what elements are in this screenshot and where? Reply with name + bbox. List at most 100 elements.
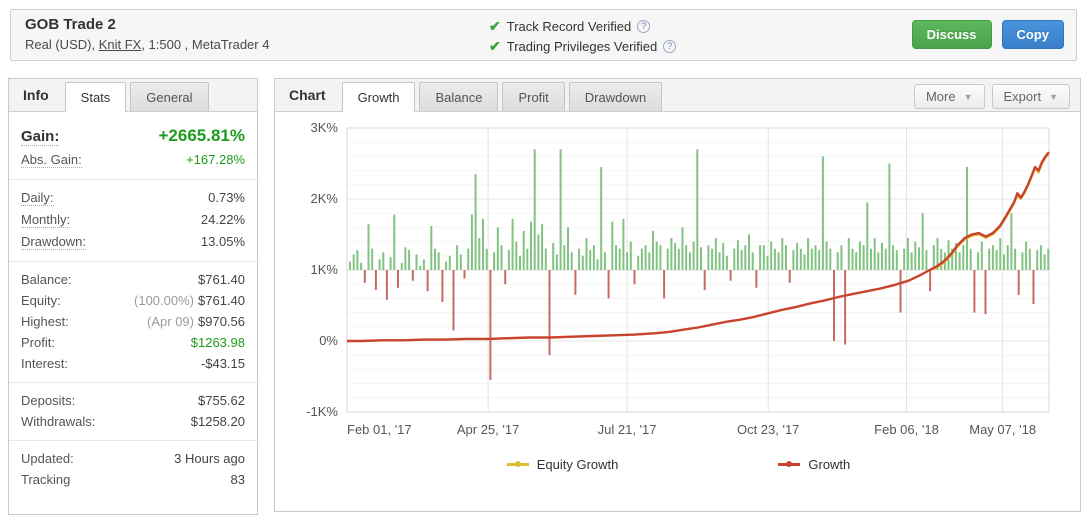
profit-bar <box>648 252 650 270</box>
stats-value: $1263.98 <box>191 335 245 350</box>
profit-bar <box>744 245 746 270</box>
stats-label: Profit: <box>21 335 55 350</box>
profit-bar <box>826 242 828 270</box>
profit-bar <box>792 250 794 270</box>
profit-bar <box>741 250 743 270</box>
loss-bar <box>1033 270 1035 304</box>
loss-bar <box>608 270 610 298</box>
x-axis-label: Jul 21, '17 <box>598 422 657 437</box>
chevron-down-icon: ▼ <box>964 92 973 102</box>
info-tab-stats[interactable]: Stats <box>65 82 127 112</box>
loss-bar <box>704 270 706 290</box>
profit-bar <box>874 238 876 270</box>
loss-bar <box>789 270 791 283</box>
chart-tab-drawdown[interactable]: Drawdown <box>569 82 662 111</box>
profit-bar <box>822 156 824 270</box>
chart-tab-growth[interactable]: Growth <box>342 82 416 112</box>
stats-label: Deposits: <box>21 393 75 408</box>
stats-row: Profit: $1263.98 <box>21 332 245 353</box>
help-icon[interactable]: ? <box>663 40 676 53</box>
chart-toolbar: More ▼ Export ▼ <box>914 84 1070 109</box>
stats-value: +167.28% <box>186 152 245 167</box>
profit-bar <box>863 245 865 270</box>
stats-label[interactable]: Gain: <box>21 128 59 146</box>
profit-bar <box>368 224 370 270</box>
profit-bar <box>1010 213 1012 270</box>
profit-bar <box>722 243 724 270</box>
export-button[interactable]: Export ▼ <box>992 84 1071 109</box>
profit-bar <box>715 238 717 270</box>
profit-bar <box>774 249 776 270</box>
profit-bar <box>552 243 554 270</box>
copy-button[interactable]: Copy <box>1002 20 1065 49</box>
legend-item-growth[interactable]: Growth <box>778 457 850 472</box>
stats-group: Deposits:$755.62 Withdrawals: $1258.20 <box>9 383 257 441</box>
header-actions: Discuss Copy <box>912 20 1064 49</box>
account-info: GOB Trade 2 Real (USD), Knit FX, 1:500 ,… <box>25 16 269 52</box>
profit-bar <box>852 249 854 270</box>
stats-label[interactable]: Monthly: <box>21 212 70 228</box>
profit-bar <box>778 252 780 270</box>
profit-bar <box>981 242 983 270</box>
profit-bar <box>404 247 406 270</box>
profit-bar <box>645 245 647 270</box>
profit-bar <box>615 245 617 270</box>
profit-bar <box>641 249 643 270</box>
info-tab-strip: StatsGeneral <box>65 82 213 111</box>
info-panel-title: Info <box>23 87 49 103</box>
chart-tab-balance[interactable]: Balance <box>419 82 498 111</box>
legend-marker-dot <box>515 461 521 467</box>
stats-row: Deposits:$755.62 <box>21 390 245 411</box>
profit-bar <box>811 249 813 270</box>
stats-row: Tracking83 <box>21 469 245 490</box>
profit-bar <box>586 238 588 270</box>
loss-bar <box>375 270 377 290</box>
profit-bar <box>515 242 517 270</box>
profit-bar <box>903 249 905 270</box>
stats-value: $1258.20 <box>191 414 245 429</box>
stats-value-prefix: (100.00%) <box>134 293 194 308</box>
profit-bar <box>508 250 510 270</box>
stats-value: 3 Hours ago <box>174 451 245 466</box>
profit-bar <box>940 249 942 270</box>
stats-label: Withdrawals: <box>21 414 95 429</box>
profit-bar <box>541 224 543 270</box>
profit-bar <box>1029 249 1031 270</box>
chart-tab-profit[interactable]: Profit <box>502 82 564 111</box>
loss-bar <box>844 270 846 345</box>
discuss-button[interactable]: Discuss <box>912 20 992 49</box>
legend-item-equity-growth[interactable]: Equity Growth <box>507 457 619 472</box>
profit-bar <box>759 245 761 270</box>
profit-bar <box>571 252 573 270</box>
broker-link[interactable]: Knit FX <box>99 37 142 52</box>
stats-label[interactable]: Daily: <box>21 190 54 206</box>
profit-bar <box>907 238 909 270</box>
profit-bar <box>545 249 547 270</box>
loss-bar <box>663 270 665 298</box>
stats-row: Gain:+2665.81% <box>21 123 245 149</box>
stats-value: 13.05% <box>201 234 245 249</box>
profit-bar <box>438 252 440 270</box>
profit-bar <box>419 266 421 270</box>
profit-bar <box>696 149 698 270</box>
profit-bar <box>748 235 750 271</box>
profit-bar <box>382 252 384 270</box>
more-button[interactable]: More ▼ <box>914 84 985 109</box>
profit-bar <box>988 249 990 270</box>
trading-privileges-badge: ✔ Trading Privileges Verified ? <box>489 36 676 56</box>
profit-bar <box>911 252 913 270</box>
info-tab-general[interactable]: General <box>130 82 208 111</box>
stats-label[interactable]: Drawdown: <box>21 234 86 250</box>
loss-bar <box>441 270 443 302</box>
profit-bar <box>622 219 624 270</box>
loss-bar <box>1018 270 1020 295</box>
profit-bar <box>992 245 994 270</box>
help-icon[interactable]: ? <box>637 20 650 33</box>
stats-label: Tracking <box>21 472 70 487</box>
profit-bar <box>682 227 684 270</box>
stats-label[interactable]: Abs. Gain: <box>21 152 82 168</box>
profit-bar <box>611 222 613 270</box>
profit-bar <box>534 149 536 270</box>
info-panel: Info StatsGeneral Gain:+2665.81% Abs. Gai… <box>8 78 258 515</box>
profit-bar <box>767 256 769 270</box>
